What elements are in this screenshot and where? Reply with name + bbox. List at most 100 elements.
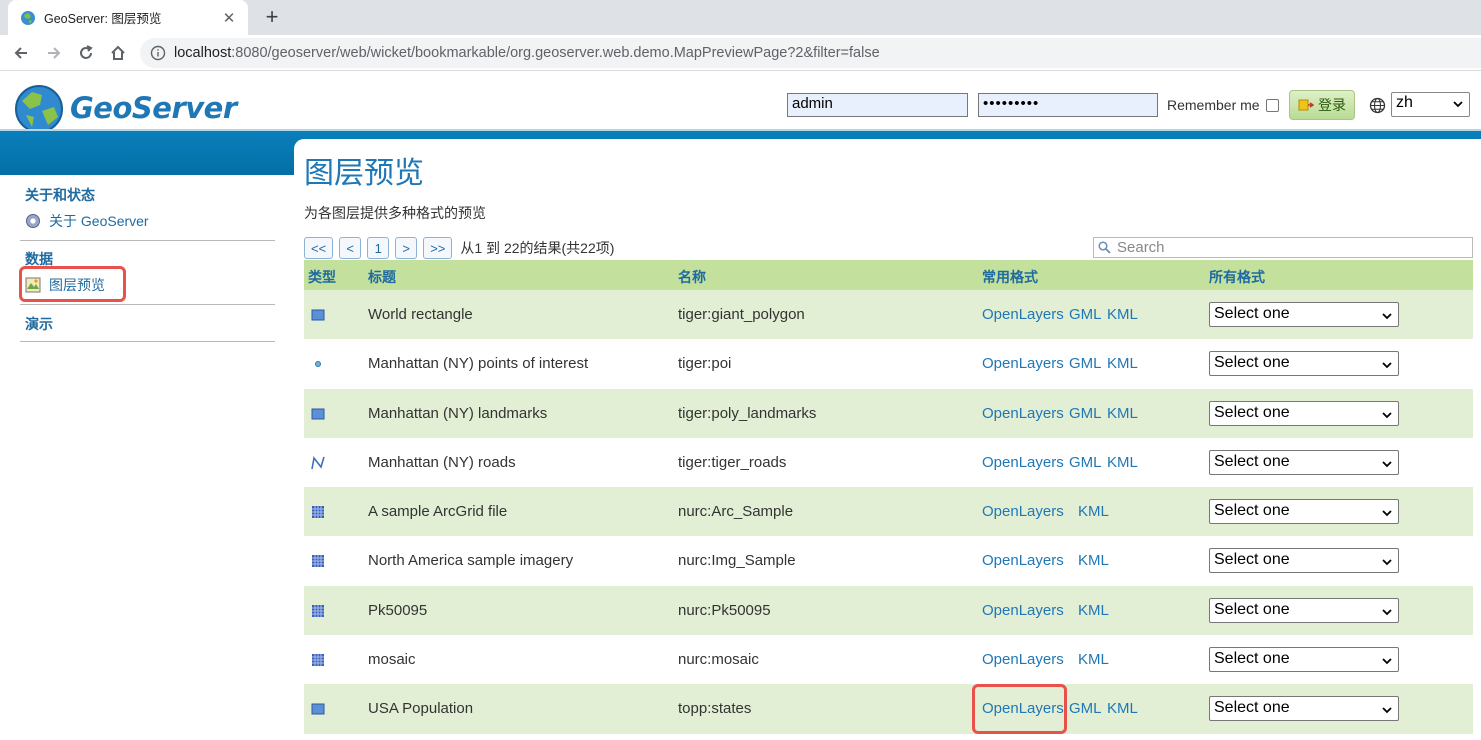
all-formats-select[interactable]: Select one (1209, 302, 1399, 327)
chevron-down-icon (1382, 461, 1392, 468)
kml-link[interactable]: KML (1107, 306, 1138, 323)
close-tab-icon[interactable]: ✕ (220, 9, 238, 27)
all-formats-select[interactable]: Select one (1209, 548, 1399, 574)
layer-title: Manhattan (NY) points of interest (368, 355, 589, 373)
last-page-button[interactable]: >> (423, 237, 453, 259)
kml-link[interactable]: KML (1107, 700, 1138, 717)
username-field[interactable]: admin (787, 93, 968, 117)
page-1-button[interactable]: 1 (367, 237, 390, 259)
raster-layer-icon (312, 654, 324, 667)
chevron-down-icon (1382, 510, 1392, 517)
site-info-icon[interactable] (150, 45, 166, 61)
gml-link[interactable]: GML (1069, 306, 1102, 323)
column-header-all-formats: 所有格式 (1209, 269, 1265, 285)
search-input[interactable]: Search (1093, 237, 1473, 258)
point-layer-icon (315, 361, 321, 368)
table-row: Manhattan (NY) roads tiger:tiger_roads Ope… (304, 437, 1473, 488)
geoserver-logo-text[interactable]: GeoServer (70, 91, 237, 125)
gml-link[interactable]: GML (1069, 405, 1102, 422)
sidebar-category-about: 关于和状态 (25, 187, 95, 203)
kml-link[interactable]: KML (1107, 405, 1138, 422)
first-page-button[interactable]: << (304, 237, 334, 259)
sidebar: 关于和状态 关于 GeoServer 数据 图层预览 演示 (0, 175, 294, 740)
polygon-layer-icon (311, 703, 325, 715)
page-title: 图层预览 (304, 156, 424, 191)
pager-info: 从1 到 22的结果(共22项) (460, 240, 615, 256)
column-header-title[interactable]: 标题 (368, 267, 396, 287)
highlight-box (19, 266, 126, 302)
select-value: Select one (1214, 699, 1290, 717)
openlayers-link[interactable]: OpenLayers (982, 355, 1064, 372)
table-row: Pk50095 nurc:Pk50095 OpenLayers KML Select o… (304, 585, 1473, 636)
column-header-type[interactable]: 类型 (308, 267, 336, 287)
home-icon[interactable] (105, 40, 131, 66)
layer-title: Manhattan (NY) roads (368, 453, 516, 471)
openlayers-link[interactable]: OpenLayers (982, 602, 1064, 619)
next-page-button[interactable]: > (395, 237, 418, 259)
table-row: Manhattan (NY) landmarks tiger:poly_landm… (304, 388, 1473, 438)
openlayers-link[interactable]: OpenLayers (982, 454, 1064, 471)
table-header: 类型 标题 名称 常用格式 所有格式 (304, 260, 1473, 290)
layer-name: nurc:Arc_Sample (678, 503, 794, 521)
column-header-common-formats: 常用格式 (982, 269, 1038, 285)
gml-link[interactable]: GML (1069, 454, 1102, 471)
language-value: zh (1396, 94, 1413, 111)
address-bar[interactable]: localhost:8080/geoserver/web/wicket/book… (140, 38, 1481, 68)
browser-tab[interactable]: GeoServer: 图层预览 ✕ (8, 0, 248, 35)
layer-name: tiger:tiger_roads (678, 453, 787, 471)
layer-title: A sample ArcGrid file (368, 503, 508, 521)
kml-link[interactable]: KML (1107, 355, 1138, 372)
openlayers-link[interactable]: OpenLayers (982, 552, 1064, 569)
openlayers-link[interactable]: OpenLayers (982, 651, 1064, 668)
language-select[interactable]: zh (1391, 92, 1470, 117)
page-description: 为各图层提供多种格式的预览 (304, 205, 486, 221)
chevron-down-icon (1382, 609, 1392, 616)
kml-link[interactable]: KML (1107, 454, 1138, 471)
layer-name: tiger:poi (678, 355, 732, 373)
sidebar-category-demos[interactable]: 演示 (25, 314, 53, 334)
login-button[interactable]: 登录 (1289, 90, 1355, 120)
reload-icon[interactable] (73, 40, 99, 66)
openlayers-link[interactable]: OpenLayers (982, 405, 1064, 422)
geoserver-logo-icon[interactable] (12, 83, 66, 135)
kml-link[interactable]: KML (1078, 503, 1109, 520)
kml-link[interactable]: KML (1078, 602, 1109, 619)
new-tab-button[interactable]: + (258, 2, 286, 32)
gml-link[interactable]: GML (1069, 355, 1102, 372)
geoserver-header: GeoServer admin ••••••••• Remember me 登录… (0, 71, 1481, 133)
back-icon[interactable] (8, 40, 34, 66)
tab-title: GeoServer: 图层预览 (44, 12, 162, 26)
layer-title: USA Population (368, 700, 474, 718)
column-header-name[interactable]: 名称 (678, 267, 706, 287)
browser-tab-bar: GeoServer: 图层预览 ✕ + (0, 0, 1481, 35)
layer-title: Pk50095 (368, 601, 428, 619)
all-formats-select[interactable]: Select one (1209, 696, 1399, 722)
forward-icon[interactable] (41, 40, 67, 66)
layer-name: nurc:Img_Sample (678, 552, 796, 570)
pagination: << < 1 > >> 从1 到 22的结果(共22项) (304, 237, 614, 259)
sidebar-item-label: 关于 GeoServer (49, 213, 149, 229)
table-body: World rectangle tiger:giant_polygon OpenLa… (304, 290, 1473, 734)
remember-me-checkbox[interactable] (1266, 99, 1279, 112)
highlight-box (972, 684, 1067, 734)
layer-name: nurc:mosaic (678, 651, 759, 669)
password-field[interactable]: ••••••••• (978, 93, 1158, 117)
prev-page-button[interactable]: < (339, 237, 362, 259)
raster-layer-icon (312, 506, 324, 519)
all-formats-select[interactable]: Select one (1209, 351, 1399, 377)
openlayers-link[interactable]: OpenLayers (982, 503, 1064, 520)
browser-toolbar: localhost:8080/geoserver/web/wicket/book… (0, 35, 1481, 71)
openlayers-link[interactable]: OpenLayers (982, 306, 1064, 323)
gml-link[interactable]: GML (1069, 700, 1102, 717)
kml-link[interactable]: KML (1078, 552, 1109, 569)
all-formats-select[interactable]: Select one (1209, 449, 1399, 475)
all-formats-select[interactable]: Select one (1209, 597, 1399, 623)
all-formats-select[interactable]: Select one (1209, 647, 1399, 673)
table-row: North America sample imagery nurc:Img_Sam… (304, 536, 1473, 586)
all-formats-select[interactable]: Select one (1209, 499, 1399, 525)
layer-name: tiger:giant_polygon (678, 306, 805, 323)
all-formats-select[interactable]: Select one (1209, 400, 1399, 426)
sidebar-item-about-geoserver[interactable]: 关于 GeoServer (25, 211, 149, 231)
chevron-down-icon (1453, 101, 1463, 108)
kml-link[interactable]: KML (1078, 651, 1109, 668)
